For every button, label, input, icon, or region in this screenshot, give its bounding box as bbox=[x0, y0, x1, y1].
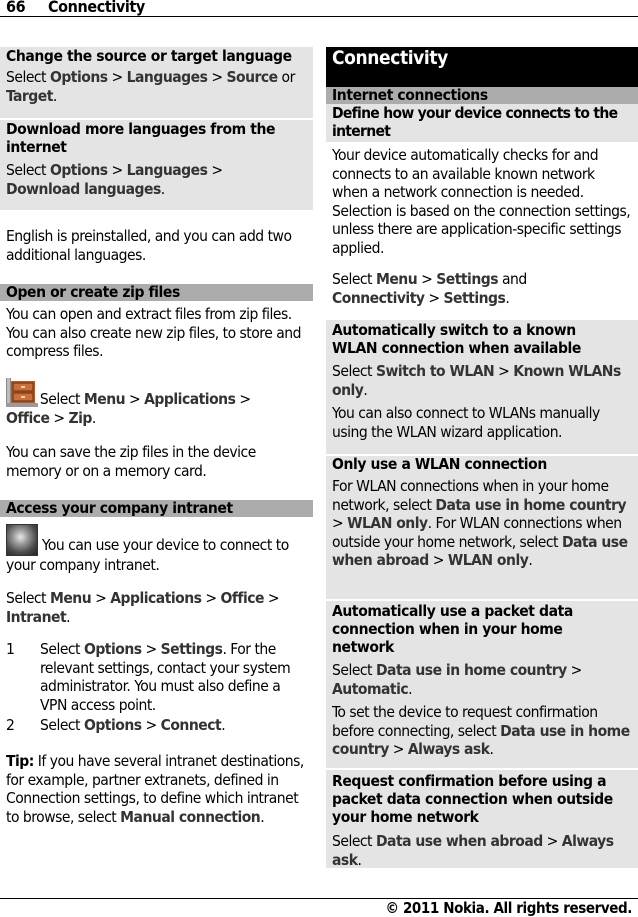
step-item: 2 Select Options > Connect. bbox=[6, 716, 226, 734]
change-language-instructions: Select Options > Languages > Source or T… bbox=[6, 68, 295, 105]
intranet-intro: You can use your device to connect to yo… bbox=[6, 524, 308, 575]
zip-intro: You can open and extract files from zip … bbox=[6, 305, 301, 360]
only-wlan-body: For WLAN connections when in your home n… bbox=[332, 477, 628, 569]
zip-instructions: Select Menu > Applications > Office > Zi… bbox=[6, 376, 311, 427]
option-target: Target bbox=[6, 86, 53, 105]
zip-heading: Open or create zip files bbox=[6, 283, 180, 301]
english-note: English is preinstalled, and you can add… bbox=[6, 227, 292, 264]
header-rule bbox=[0, 16, 638, 17]
intranet-steps: 1 Select Options > Settings. For the rel… bbox=[6, 640, 311, 735]
option-options: Options bbox=[49, 68, 108, 86]
request-confirm-instructions: Select Data use when abroad > Always ask… bbox=[332, 832, 614, 869]
auto-wlan-instructions: Select Switch to WLAN > Known WLANs only… bbox=[332, 362, 621, 399]
step-item: 1 Select Options > Settings. For the rel… bbox=[6, 640, 291, 714]
define-connection-body: Your device automatically checks for and… bbox=[332, 146, 631, 257]
auto-packet-heading: Automatically use a packet data connecti… bbox=[332, 602, 573, 656]
zip-archive-icon bbox=[6, 376, 38, 407]
zip-save-note: You can save the zip files in the device… bbox=[6, 443, 256, 480]
tip-label: Tip: bbox=[6, 752, 34, 770]
intranet-heading: Access your company intranet bbox=[6, 499, 233, 517]
chapter-title: Connectivity bbox=[332, 47, 448, 69]
download-languages-instructions: Select Options > Languages > Download la… bbox=[6, 161, 223, 198]
only-wlan-heading: Only use a WLAN connection bbox=[332, 455, 547, 473]
define-connection-heading: Define how your device connects to the i… bbox=[332, 104, 618, 140]
intranet-tip: Tip: If you have several intranet destin… bbox=[6, 752, 304, 826]
page-number: 66 bbox=[6, 0, 26, 16]
request-confirm-heading: Request confirmation before using a pack… bbox=[332, 772, 613, 826]
subchapter-heading: Internet connections bbox=[332, 86, 488, 104]
download-languages-heading: Download more languages from the interne… bbox=[6, 120, 276, 156]
intranet-globe-icon bbox=[6, 524, 38, 556]
option-source: Source bbox=[226, 68, 278, 86]
option-languages: Languages bbox=[126, 68, 208, 86]
auto-wlan-heading: Automatically switch to a known WLAN con… bbox=[332, 321, 581, 357]
copyright: © 2011 Nokia. All rights reserved. bbox=[385, 899, 633, 917]
define-connection-instructions: Select Menu > Settings and Connectivity … bbox=[332, 270, 527, 307]
change-language-heading: Change the source or target language bbox=[6, 47, 292, 65]
auto-packet-instructions: Select Data use in home country > Automa… bbox=[332, 661, 582, 698]
auto-packet-confirm-note: To set the device to request confirmatio… bbox=[332, 703, 630, 758]
auto-wlan-note: You can also connect to WLANs manually u… bbox=[332, 404, 600, 441]
running-header-section: Connectivity bbox=[48, 0, 145, 16]
intranet-instructions: Select Menu > Applications > Office > In… bbox=[6, 589, 280, 626]
